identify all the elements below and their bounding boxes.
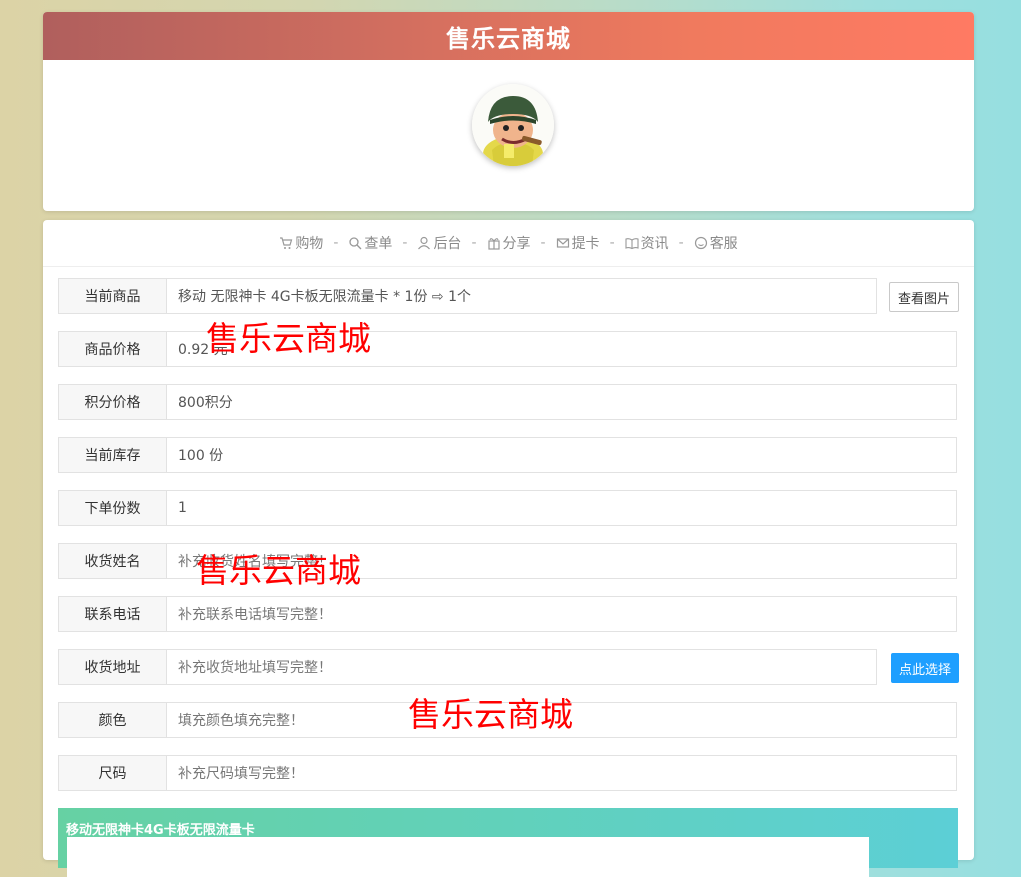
- points-value: 800积分: [166, 384, 957, 420]
- avatar: [472, 84, 554, 166]
- cart-icon: [280, 237, 293, 249]
- quantity-input[interactable]: 1: [166, 490, 957, 526]
- nav-label: 后台: [433, 236, 462, 252]
- phone-row: 联系电话 补充联系电话填写完整！: [58, 596, 957, 632]
- points-row: 积分价格 800积分: [58, 384, 957, 420]
- smile-icon: [694, 236, 707, 250]
- description-content: [67, 837, 869, 877]
- order-card: 购物 - 查单 - 后台 - 分享 - 提卡 - 资讯 - 客服 当前商品 移动…: [43, 220, 974, 877]
- watermark-text: 售乐云商城: [196, 551, 361, 590]
- header-card: 售乐云商城: [43, 12, 974, 211]
- quantity-row: 下单份数 1: [58, 490, 957, 526]
- stock-label: 当前库存: [58, 437, 166, 473]
- nav-item-shop[interactable]: 购物: [279, 233, 323, 253]
- nav-label: 提卡: [571, 236, 600, 252]
- nav-separator: -: [678, 235, 684, 251]
- top-nav: 购物 - 查单 - 后台 - 分享 - 提卡 - 资讯 - 客服: [43, 220, 974, 267]
- view-image-button[interactable]: 查看图片: [889, 282, 959, 312]
- user-icon: [418, 236, 431, 250]
- product-label: 当前商品: [58, 278, 166, 314]
- stock-row: 当前库存 100 份: [58, 437, 957, 473]
- name-row: 收货姓名 补充收货姓名填写完整！: [58, 543, 957, 579]
- product-description-panel: 移动无限神卡4G卡板无限流量卡: [58, 808, 958, 877]
- phone-input[interactable]: 补充联系电话填写完整！: [166, 596, 957, 632]
- search-icon: [349, 237, 362, 250]
- nav-item-pickup[interactable]: 提卡: [556, 233, 600, 253]
- nav-label: 分享: [502, 236, 531, 252]
- nav-label: 资讯: [640, 236, 669, 252]
- nav-item-query[interactable]: 查单: [348, 233, 392, 253]
- product-row: 当前商品 移动 无限神卡 4G卡板无限流量卡 * 1份 ⇨ 1个: [58, 278, 877, 314]
- nav-separator: -: [402, 235, 408, 251]
- watermark-text: 售乐云商城: [206, 319, 371, 358]
- nav-separator: -: [540, 235, 546, 251]
- address-label: 收货地址: [58, 649, 166, 685]
- avatar-wrapper: [472, 84, 554, 166]
- address-row: 收货地址 补充收货地址填写完整！: [58, 649, 877, 685]
- name-label: 收货姓名: [58, 543, 166, 579]
- nav-item-share[interactable]: 分享: [487, 233, 531, 253]
- nav-separator: -: [333, 235, 339, 251]
- price-label: 商品价格: [58, 331, 166, 367]
- site-title-bar: 售乐云商城: [43, 12, 974, 60]
- description-title: 移动无限神卡4G卡板无限流量卡: [66, 823, 255, 838]
- nav-item-support[interactable]: 客服: [694, 233, 738, 253]
- product-value: 移动 无限神卡 4G卡板无限流量卡 * 1份 ⇨ 1个: [166, 278, 877, 314]
- nav-label: 客服: [709, 236, 738, 252]
- watermark-text: 售乐云商城: [408, 695, 573, 734]
- nav-item-admin[interactable]: 后台: [417, 233, 461, 253]
- site-title: 售乐云商城: [446, 24, 571, 53]
- phone-label: 联系电话: [58, 596, 166, 632]
- mail-icon: [556, 238, 569, 248]
- select-address-button[interactable]: 点此选择: [891, 653, 959, 683]
- nav-item-news[interactable]: 资讯: [625, 233, 669, 253]
- nav-separator: -: [609, 235, 615, 251]
- gift-icon: [487, 238, 500, 250]
- size-row: 尺码 补充尺码填写完整！: [58, 755, 957, 791]
- stock-value: 100 份: [166, 437, 957, 473]
- book-icon: [625, 238, 639, 250]
- size-label: 尺码: [58, 755, 166, 791]
- nav-separator: -: [471, 235, 477, 251]
- color-label: 颜色: [58, 702, 166, 738]
- points-label: 积分价格: [58, 384, 166, 420]
- quantity-label: 下单份数: [58, 490, 166, 526]
- price-row: 商品价格 0.92 元: [58, 331, 957, 367]
- soldier-avatar-icon: [472, 84, 554, 166]
- address-input[interactable]: 补充收货地址填写完整！: [166, 649, 877, 685]
- nav-label: 查单: [364, 236, 393, 252]
- nav-label: 购物: [295, 236, 324, 252]
- size-input[interactable]: 补充尺码填写完整！: [166, 755, 957, 791]
